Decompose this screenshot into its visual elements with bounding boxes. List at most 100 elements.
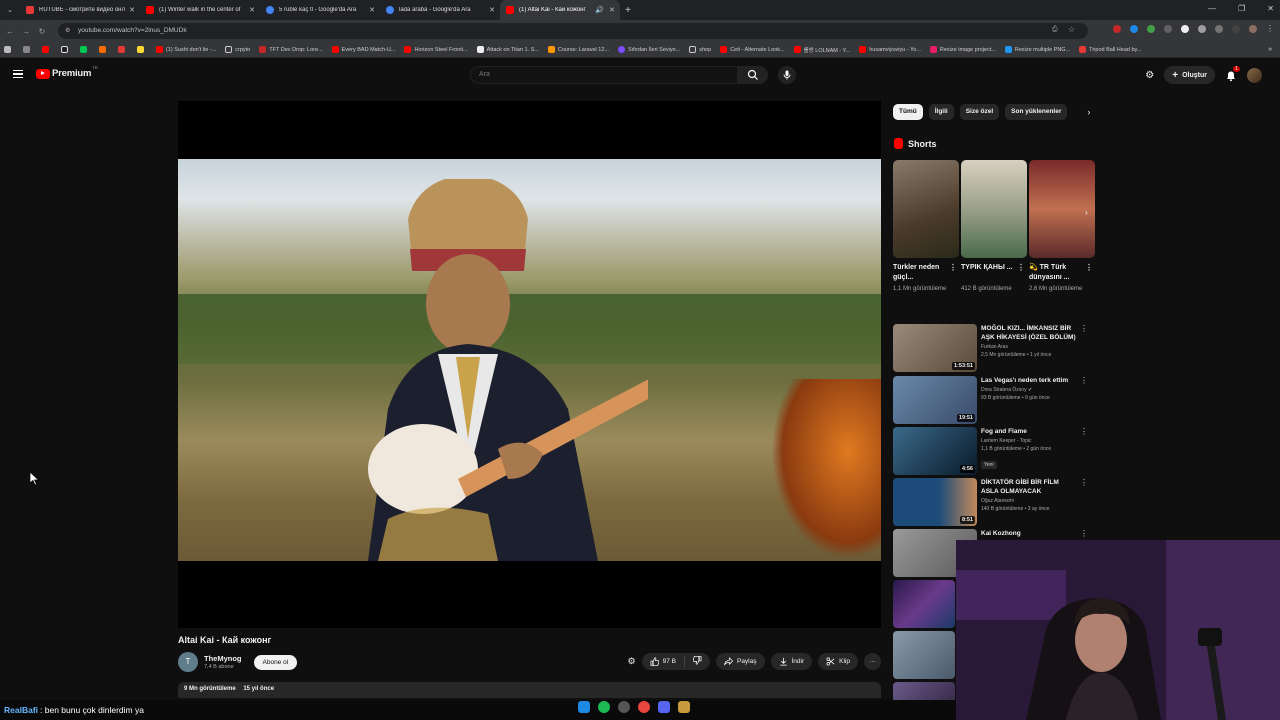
- close-icon[interactable]: ✕: [249, 6, 255, 14]
- spotify-icon[interactable]: [598, 701, 610, 713]
- download-button[interactable]: İndir: [770, 653, 813, 670]
- profile-icon[interactable]: [1249, 25, 1257, 33]
- extension-icon[interactable]: [1198, 25, 1206, 33]
- dislike-button[interactable]: [685, 655, 710, 667]
- minimize-icon[interactable]: —: [1208, 4, 1216, 13]
- bookmark-star-icon[interactable]: ☆: [1068, 25, 1075, 34]
- bookmark-item[interactable]: Tripod Ball Head by...: [1079, 46, 1141, 53]
- more-vertical-icon[interactable]: ⋮: [1080, 478, 1088, 487]
- subscribe-button[interactable]: Abone ol: [253, 654, 298, 670]
- maximize-icon[interactable]: ❐: [1238, 4, 1245, 13]
- voice-search-button[interactable]: [778, 66, 796, 84]
- puzzle-icon[interactable]: [1215, 25, 1223, 33]
- windows-start-icon[interactable]: [578, 701, 590, 713]
- app-icon[interactable]: [618, 701, 630, 713]
- bookmark-item[interactable]: Course: Laravel 12...: [547, 46, 609, 53]
- more-vertical-icon[interactable]: ⋮: [949, 263, 957, 273]
- browser-tab[interactable]: lada araba - Google'da Ara ✕: [380, 0, 500, 20]
- short-item[interactable]: Türkler neden güçl... ⋮ 1,1 Mn görüntülem…: [893, 160, 959, 293]
- close-icon[interactable]: ✕: [609, 6, 615, 14]
- bookmark-item[interactable]: (1) Sushi don't lie -...: [156, 46, 216, 53]
- extension-icon[interactable]: [1147, 25, 1155, 33]
- more-vertical-icon[interactable]: ⋮: [1080, 427, 1088, 436]
- video-player[interactable]: [178, 101, 881, 628]
- short-item[interactable]: TYPIK ҚАНЫ ... ⋮ 412 B görüntüleme: [961, 160, 1027, 293]
- browser-tab-active[interactable]: (1) Altai Kai - Кай кожонг 🔊 ✕: [500, 0, 620, 20]
- league-icon[interactable]: [678, 701, 690, 713]
- more-actions-button[interactable]: ···: [864, 653, 881, 670]
- extension-icon[interactable]: [1164, 25, 1172, 33]
- site-info-icon[interactable]: ⚙: [65, 27, 70, 34]
- chip-related[interactable]: İlgili: [928, 104, 954, 120]
- bookmark-item[interactable]: Sıfırdan İleri Seviye...: [617, 46, 680, 53]
- short-thumbnail[interactable]: [961, 160, 1027, 258]
- bookmark-item[interactable]: husamviyuviyu - Yo...: [859, 46, 921, 53]
- recommendation-item[interactable]: 8:51 DİKTATÖR GİBİ BİR FİLM ASLA OLMAYAC…: [893, 478, 1093, 526]
- bookmark-item[interactable]: crpyto: [225, 46, 250, 53]
- chevron-right-icon[interactable]: ›: [1087, 107, 1090, 117]
- bookmark-item[interactable]: shop: [689, 46, 711, 53]
- extension-icon[interactable]: [1181, 25, 1189, 33]
- bookmark-item[interactable]: Horizon Steel Fronti...: [404, 46, 468, 53]
- bookmark-icon[interactable]: [99, 46, 109, 53]
- more-vertical-icon[interactable]: ⋮: [1080, 376, 1088, 385]
- back-icon[interactable]: ←: [4, 27, 16, 36]
- shorts-next-icon[interactable]: ›: [1085, 208, 1088, 217]
- tab-search-icon[interactable]: ⌄: [0, 6, 20, 14]
- gear-icon[interactable]: ⚙: [628, 656, 636, 667]
- reload-icon[interactable]: ↻: [36, 27, 48, 36]
- channel-avatar[interactable]: T: [178, 652, 198, 672]
- search-input[interactable]: Ara: [470, 66, 738, 84]
- bookmark-item[interactable]: Attack on Titan 1. S...: [476, 46, 539, 53]
- video-thumbnail[interactable]: [893, 631, 955, 679]
- video-thumbnail[interactable]: [893, 580, 955, 628]
- bookmark-icon[interactable]: [61, 46, 71, 53]
- recommendation-item[interactable]: 4:56 Fog and Flame Lantern Keeper - Topi…: [893, 427, 1093, 475]
- browser-tab[interactable]: RUTUBE - смотрите видео онл ✕: [20, 0, 140, 20]
- install-icon[interactable]: ⎙: [1052, 26, 1058, 34]
- bookmark-item[interactable]: 롤방 LOLNAM - Y...: [793, 46, 850, 54]
- share-button[interactable]: Paylaş: [715, 653, 765, 670]
- chip-recent[interactable]: Son yüklenenler: [1005, 104, 1068, 120]
- close-window-icon[interactable]: ✕: [1267, 4, 1274, 13]
- recommendation-item[interactable]: 1:53:51 MOĞOL KIZI... İMKANSIZ BİR AŞK H…: [893, 324, 1093, 372]
- bookmark-item[interactable]: TFT Dev Drop: Lore...: [259, 46, 323, 53]
- more-vertical-icon[interactable]: ⋮: [1080, 529, 1088, 538]
- apps-icon[interactable]: [4, 46, 14, 53]
- channel-name[interactable]: TheMynog: [204, 654, 242, 663]
- browser-tab[interactable]: (1) Winter walk in the center of ✕: [140, 0, 260, 20]
- more-vertical-icon[interactable]: ⋮: [1085, 263, 1093, 273]
- bookmark-icon[interactable]: [80, 46, 90, 53]
- close-icon[interactable]: ✕: [369, 6, 375, 14]
- bookmark-icon[interactable]: [137, 46, 147, 53]
- forward-icon[interactable]: →: [20, 27, 32, 36]
- close-icon[interactable]: ✕: [129, 6, 135, 14]
- video-thumbnail[interactable]: 8:51: [893, 478, 977, 526]
- close-icon[interactable]: ✕: [489, 6, 495, 14]
- like-button[interactable]: 97 B: [642, 656, 685, 667]
- short-item[interactable]: 💫 TR Türk dünyasını ... ⋮ 2,6 Mn görüntül…: [1029, 160, 1095, 293]
- bookmark-item[interactable]: Resize image project...: [929, 46, 996, 53]
- extension-icon[interactable]: [1130, 25, 1138, 33]
- recommendation-item[interactable]: 19:51 Las Vegas'ı neden terk ettim Dora …: [893, 376, 1093, 424]
- bookmark-icon[interactable]: [118, 46, 128, 53]
- avatar[interactable]: [1247, 67, 1262, 83]
- discord-icon[interactable]: [658, 701, 670, 713]
- menu-icon[interactable]: ⋮: [1266, 25, 1274, 33]
- more-vertical-icon[interactable]: ⋮: [1017, 263, 1025, 273]
- more-bookmarks-icon[interactable]: »: [1268, 46, 1272, 53]
- clip-button[interactable]: Klip: [818, 653, 858, 670]
- video-thumbnail[interactable]: [893, 682, 955, 702]
- url-field[interactable]: ⚙ youtube.com/watch?v=2lnus_DMUDk: [58, 23, 1088, 39]
- bookmark-icon[interactable]: [42, 46, 52, 53]
- bookmark-icon[interactable]: [23, 46, 33, 53]
- speaker-icon[interactable]: 🔊: [595, 6, 604, 14]
- sidebar-icon[interactable]: [1232, 25, 1240, 33]
- extension-icon[interactable]: [1113, 25, 1121, 33]
- create-button[interactable]: + Oluştur: [1164, 66, 1215, 84]
- browser-tab[interactable]: 5 ruble kaç tl - Google'da Ara ✕: [260, 0, 380, 20]
- menu-icon[interactable]: [13, 70, 23, 78]
- bookmark-item[interactable]: Every BAD Match-U...: [331, 46, 395, 53]
- short-thumbnail[interactable]: [893, 160, 959, 258]
- notifications-button[interactable]: 1: [1225, 66, 1240, 82]
